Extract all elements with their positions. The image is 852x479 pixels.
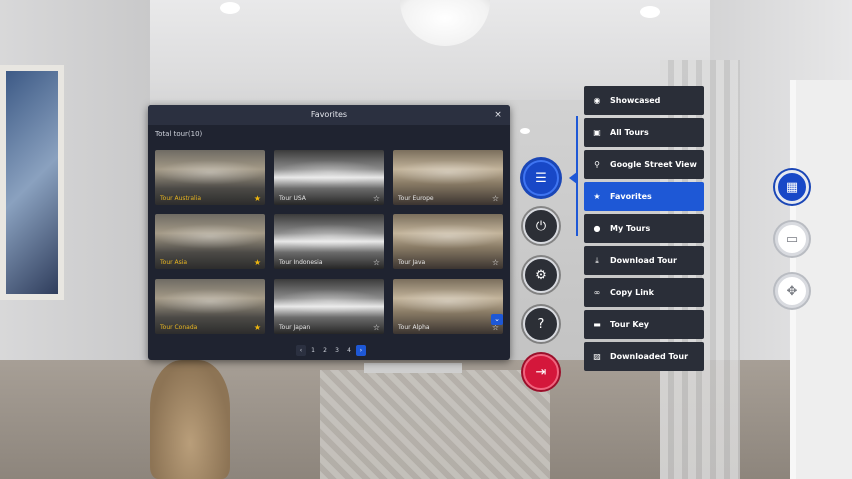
menu-item-my-tours[interactable]: ● My Tours (584, 214, 704, 243)
ceiling-spotlight (640, 6, 660, 18)
favorite-star-icon[interactable]: ★ (254, 323, 261, 332)
panorama-thumbnail (274, 289, 384, 314)
tour-card[interactable]: Tour Java ☆ (393, 214, 503, 269)
menu-item-google-street-view[interactable]: ⚲ Google Street View (584, 150, 704, 179)
menu-item-label: Google Street View (610, 160, 697, 169)
eye-icon: ◉ (593, 96, 601, 105)
panorama-thumbnail (155, 224, 265, 249)
tour-card[interactable]: Tour Indonesia ☆ (274, 214, 384, 269)
panorama-thumbnail (393, 160, 503, 185)
tour-name: Tour USA (279, 195, 306, 202)
menu-item-label: Favorites (610, 192, 652, 201)
panorama-thumbnail (274, 160, 384, 185)
tour-name: Tour Japan (279, 324, 311, 331)
tour-name: Tour Asia (160, 259, 188, 266)
tour-card[interactable]: Tour Japan ☆ (274, 279, 384, 334)
gear-icon: ⚙ (535, 267, 547, 283)
favorite-star-icon[interactable]: ★ (254, 194, 261, 203)
tour-name: Tour Indonesia (279, 259, 323, 266)
grid-icon: ▦ (785, 179, 799, 195)
tour-card[interactable]: Tour USA ☆ (274, 150, 384, 205)
page-button[interactable]: 2 (320, 345, 330, 356)
favorite-star-icon[interactable]: ★ (254, 258, 261, 267)
favorite-star-icon[interactable]: ☆ (492, 194, 499, 203)
menu-item-downloaded-tour[interactable]: ▨ Downloaded Tour (584, 342, 704, 371)
tour-card[interactable]: Tour Australia ★ (155, 150, 265, 205)
wall-painting (0, 65, 64, 300)
ceiling-spotlight (520, 128, 530, 134)
plug-button[interactable]: ⏻ (523, 208, 559, 244)
star-icon: ★ (593, 192, 601, 201)
ceiling-spotlight (220, 2, 240, 14)
page-button[interactable]: 3 (332, 345, 342, 356)
page-button[interactable]: 1 (308, 345, 318, 356)
panorama-thumbnail (393, 224, 503, 249)
menu-item-label: Download Tour (610, 256, 677, 265)
user-icon: ● (593, 224, 601, 233)
menu-item-copy-link[interactable]: ∞ Copy Link (584, 278, 704, 307)
settings-button[interactable]: ⚙ (523, 257, 559, 293)
street-view-icon: ⚲ (594, 160, 600, 169)
tour-card[interactable]: Tour Alpha ☆ (393, 279, 503, 334)
gallery-view-button[interactable]: ▦ (775, 170, 809, 204)
page-button[interactable]: 4 (344, 345, 354, 356)
plug-icon: ⏻ (535, 218, 547, 234)
tour-card[interactable]: Tour Europe ☆ (393, 150, 503, 205)
tour-card[interactable]: Tour Asia ★ (155, 214, 265, 269)
tour-name: Tour Europe (398, 195, 434, 202)
image-icon: ▨ (593, 352, 601, 361)
list-icon: ☰ (535, 170, 547, 186)
move-arrows-icon: ✥ (786, 283, 798, 299)
pagination: ‹ 1 2 3 4 › (296, 345, 366, 357)
key-card-icon: ▬ (593, 320, 601, 329)
menu-item-download-tour[interactable]: ⤓ Download Tour (584, 246, 704, 275)
menu-pointer (569, 172, 577, 184)
tour-name: Tour Java (398, 259, 426, 266)
favorite-star-icon[interactable]: ☆ (373, 323, 380, 332)
list-menu-button[interactable]: ☰ (523, 160, 559, 196)
vr-headset-icon: ▭ (785, 231, 799, 247)
tour-name: Tour Conada (160, 324, 198, 331)
menu-item-showcased[interactable]: ◉ Showcased (584, 86, 704, 115)
tour-card[interactable]: Tour Conada ★ (155, 279, 265, 334)
panel-title: Favorites (310, 110, 348, 119)
download-icon: ⤓ (595, 255, 599, 265)
menu-item-label: Showcased (610, 96, 661, 105)
help-icon: ? (537, 316, 545, 332)
scroll-down-icon[interactable]: ⌄ (491, 314, 503, 325)
panorama-thumbnail (155, 289, 265, 314)
panorama-thumbnail (274, 224, 384, 249)
move-button[interactable]: ✥ (775, 274, 809, 308)
close-icon[interactable]: × (492, 105, 504, 125)
panorama-thumbnail (155, 160, 265, 185)
favorite-star-icon[interactable]: ☆ (492, 258, 499, 267)
favorite-star-icon[interactable]: ☆ (373, 258, 380, 267)
menu-item-tour-key[interactable]: ▬ Tour Key (584, 310, 704, 339)
tour-name: Tour Australia (160, 195, 202, 202)
help-button[interactable]: ? (523, 306, 559, 342)
menu-item-favorites[interactable]: ★ Favorites (584, 182, 704, 211)
menu-item-label: All Tours (610, 128, 649, 137)
images-icon: ▣ (593, 128, 601, 137)
stool (364, 363, 462, 428)
menu-item-label: Downloaded Tour (610, 352, 689, 361)
prev-page-button[interactable]: ‹ (296, 345, 306, 356)
tour-count: Total tour(10) (155, 130, 203, 138)
next-page-button[interactable]: › (356, 345, 366, 356)
menu-item-label: Tour Key (610, 320, 650, 329)
favorite-star-icon[interactable]: ☆ (373, 194, 380, 203)
vr-mode-button[interactable]: ▭ (775, 222, 809, 256)
menu-item-all-tours[interactable]: ▣ All Tours (584, 118, 704, 147)
panorama-thumbnail (393, 289, 503, 314)
exit-button[interactable]: ⇥ (523, 354, 559, 390)
menu-item-label: My Tours (610, 224, 651, 233)
exit-icon: ⇥ (535, 364, 547, 380)
link-icon: ∞ (593, 288, 601, 297)
floor-vase (150, 360, 230, 479)
panel-header: Favorites × (148, 105, 510, 125)
menu-item-label: Copy Link (610, 288, 654, 297)
favorites-panel: Favorites × Total tour(10) Tour Australi… (148, 105, 510, 360)
tour-name: Tour Alpha (398, 324, 430, 331)
